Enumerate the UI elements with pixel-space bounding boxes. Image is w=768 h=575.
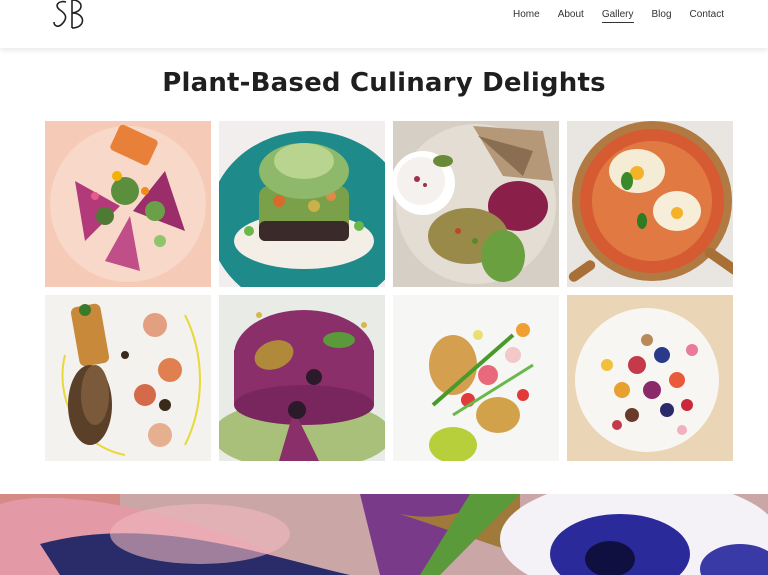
nav-about[interactable]: About [558, 9, 584, 23]
nav-contact[interactable]: Contact [690, 9, 724, 23]
main-nav: Home About Gallery Blog Contact [513, 9, 724, 23]
gallery-image-7[interactable] [393, 295, 559, 461]
gallery-image-1[interactable] [45, 121, 211, 287]
sb-logo-icon [53, 0, 84, 29]
hero-banner-image [0, 494, 768, 575]
nav-blog[interactable]: Blog [652, 9, 672, 23]
gallery-image-2[interactable] [219, 121, 385, 287]
page-title: Plant-Based Culinary Delights [162, 68, 606, 98]
logo-link[interactable] [52, 0, 94, 34]
photo-gallery [45, 121, 734, 461]
nav-home[interactable]: Home [513, 9, 540, 23]
gallery-image-5[interactable] [45, 295, 211, 461]
gallery-image-8[interactable] [567, 295, 733, 461]
gallery-image-4[interactable] [567, 121, 733, 287]
site-header: Home About Gallery Blog Contact [0, 0, 768, 48]
gallery-image-6[interactable] [219, 295, 385, 461]
nav-gallery[interactable]: Gallery [601, 9, 634, 23]
gallery-image-3[interactable] [393, 121, 559, 287]
